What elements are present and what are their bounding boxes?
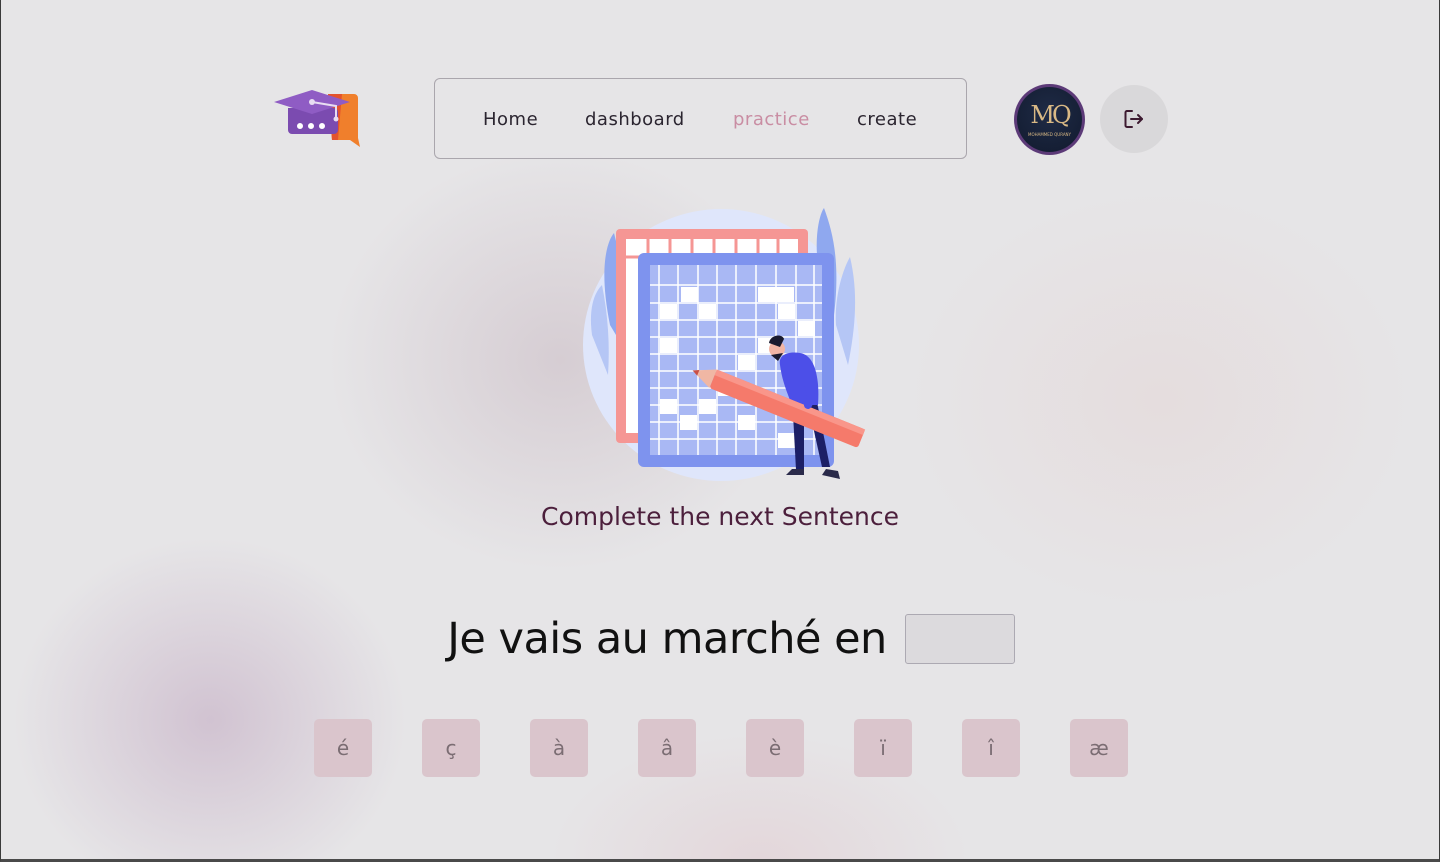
nav-dashboard[interactable]: dashboard xyxy=(585,109,685,130)
exercise-prompt: Complete the next Sentence xyxy=(541,502,899,531)
exercise-sentence: Je vais au marché en xyxy=(447,614,887,664)
char-key-i-circumflex[interactable]: î xyxy=(962,719,1020,777)
special-character-keys: é ç à â è ï î æ xyxy=(314,719,1130,777)
char-key-e-grave[interactable]: è xyxy=(746,719,804,777)
avatar-image: MQ MOHAMMED QURANY xyxy=(1017,87,1082,152)
logout-icon xyxy=(1124,110,1143,128)
char-key-a-circumflex[interactable]: â xyxy=(638,719,696,777)
char-key-c-cedilla[interactable]: ç xyxy=(422,719,480,777)
char-key-e-acute[interactable]: é xyxy=(314,719,372,777)
nav-create[interactable]: create xyxy=(857,109,917,130)
crossword-puzzle-illustration xyxy=(578,205,868,490)
char-key-i-diaeresis[interactable]: ï xyxy=(854,719,912,777)
avatar-name: MOHAMMED QURANY xyxy=(1028,132,1071,137)
logout-button[interactable] xyxy=(1100,85,1168,153)
main-nav: Home dashboard practice create xyxy=(434,78,967,159)
nav-practice[interactable]: practice xyxy=(733,109,810,130)
avatar-initials: MQ xyxy=(1030,101,1071,129)
char-key-ae-ligature[interactable]: æ xyxy=(1070,719,1128,777)
sentence-row: Je vais au marché en xyxy=(0,614,1440,664)
char-key-a-grave[interactable]: à xyxy=(530,719,588,777)
app-logo[interactable] xyxy=(272,88,360,150)
user-avatar[interactable]: MQ MOHAMMED QURANY xyxy=(1014,84,1085,155)
nav-home[interactable]: Home xyxy=(483,109,538,130)
answer-input[interactable] xyxy=(904,614,1015,664)
